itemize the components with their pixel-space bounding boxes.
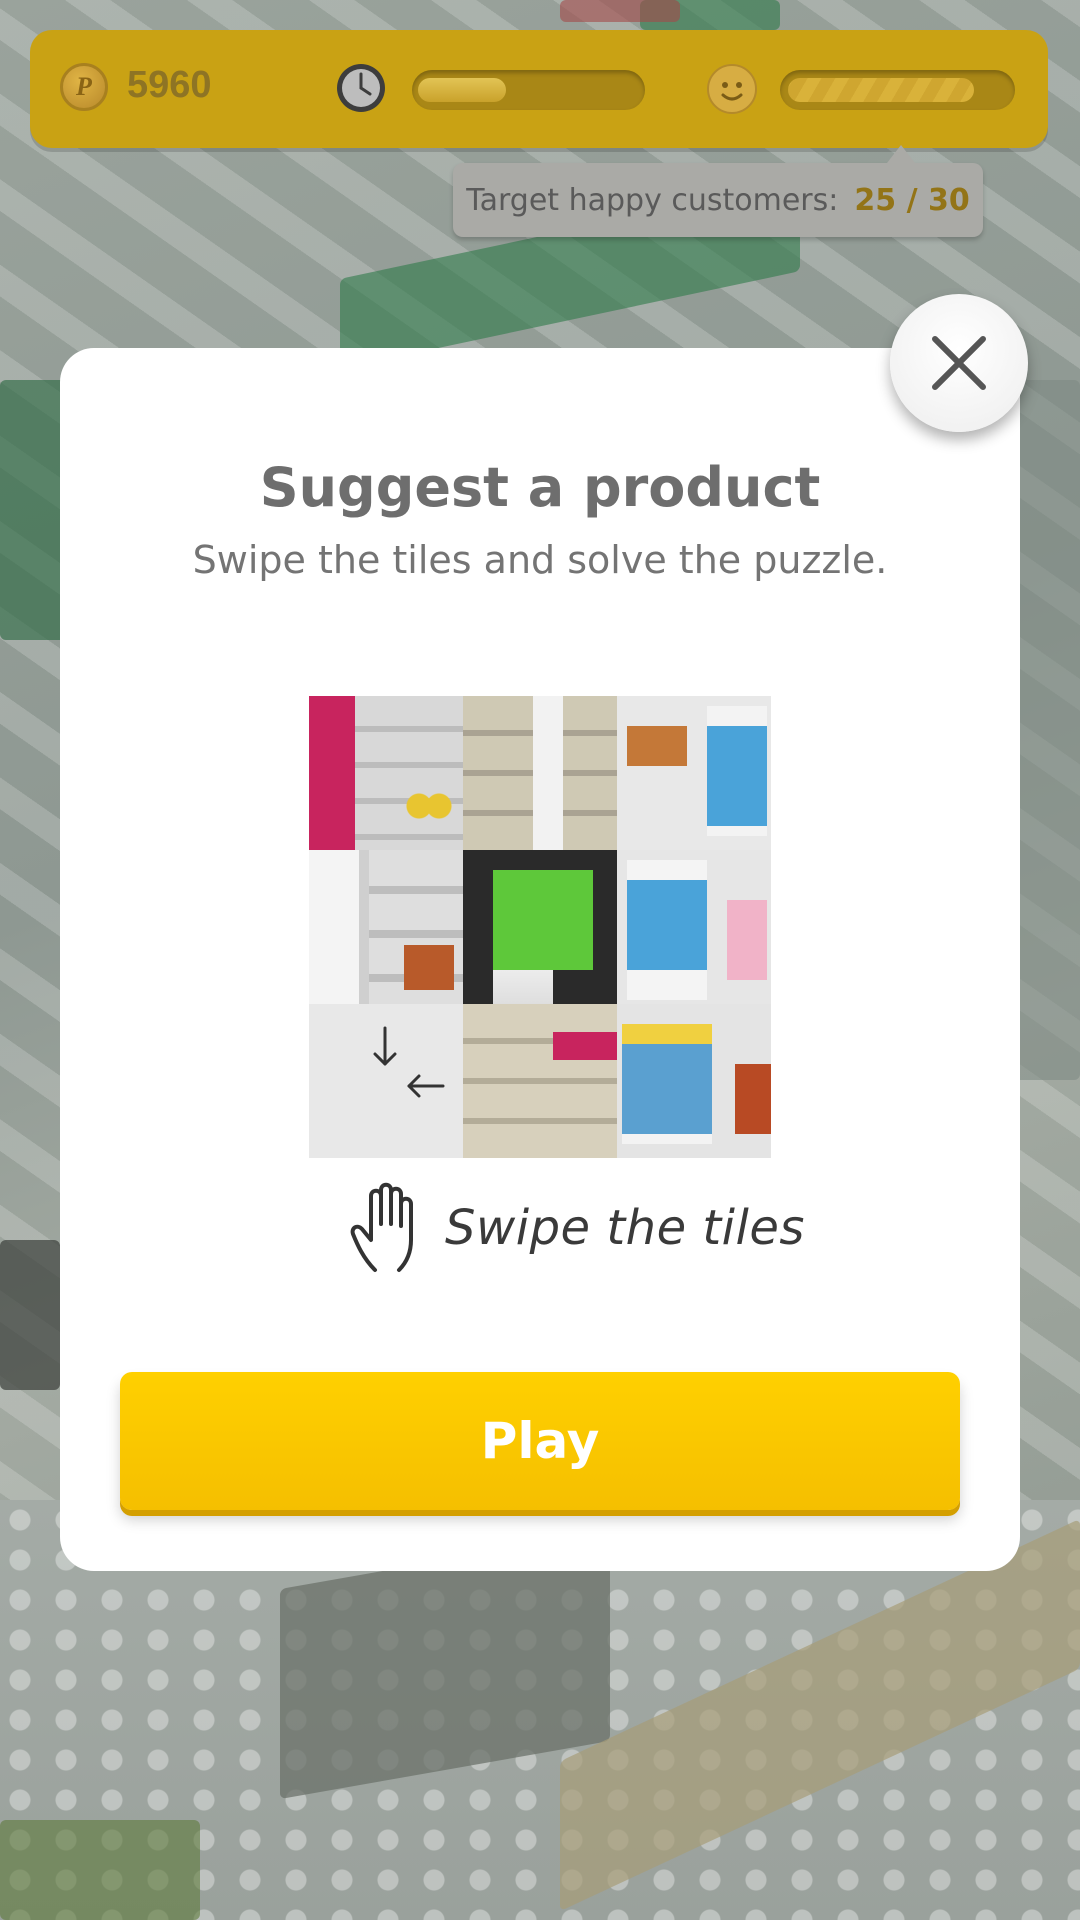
scene-wall [1010,380,1080,1080]
dialog-subtitle: Swipe the tiles and solve the puzzle. [192,538,888,582]
coin-counter: 5960 [127,64,212,106]
puzzle-tile[interactable] [309,696,463,850]
smiley-icon [707,64,757,114]
puzzle-tile[interactable] [617,696,771,850]
clock-icon [337,64,385,112]
happiness-progress-fill [788,78,974,102]
puzzle-tile[interactable] [617,850,771,1004]
coin-symbol: P [76,72,92,101]
close-button[interactable] [890,294,1028,432]
play-button[interactable]: Play [120,1372,960,1510]
timer-progress-bar [412,70,645,110]
scene-roof [560,0,680,22]
hint-label: Swipe the tiles [445,1200,805,1256]
puzzle-tile[interactable] [463,850,617,1004]
puzzle-tile[interactable] [309,850,463,1004]
puzzle-tile[interactable] [617,1004,771,1158]
coin-icon: P [60,63,108,111]
close-icon [932,336,986,390]
sliding-puzzle[interactable] [309,696,771,1158]
happiness-progress-bar [780,70,1015,110]
target-value: 25 / 30 [854,182,970,218]
suggest-product-dialog: Suggest a product Swipe the tiles and so… [60,348,1020,1571]
puzzle-tile[interactable] [463,1004,617,1158]
puzzle-empty-slot[interactable] [309,1004,463,1158]
scene-object [0,1240,60,1390]
top-hud: P 5960 [30,30,1048,148]
dialog-title: Suggest a product [259,456,821,519]
game-screen: P 5960 Target happy customers: 25 / 30 S… [0,0,1080,1920]
target-label: Target happy customers: [466,182,839,218]
timer-progress-fill [418,78,506,102]
hand-icon [350,1182,413,1272]
swipe-arrows-icon [373,1026,445,1098]
swipe-hint: Swipe the tiles [60,1178,1020,1278]
puzzle-tile[interactable] [463,696,617,850]
target-happy-customers-tooltip: Target happy customers: 25 / 30 [453,145,983,237]
scene-grass [0,1820,200,1920]
